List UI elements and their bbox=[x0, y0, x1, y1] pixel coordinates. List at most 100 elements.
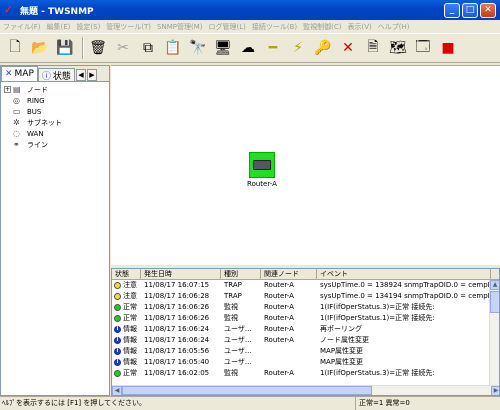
minimize-button[interactable]: _ bbox=[444, 2, 460, 18]
table-row[interactable]: 注意 11/08/17 16:07:15 TRAP Router-A sysUpTime… bbox=[112, 280, 499, 291]
cancel-icon[interactable]: ✕ bbox=[337, 37, 359, 59]
cell-status: i 情報 bbox=[112, 357, 141, 368]
tree-label: WAN bbox=[27, 129, 44, 138]
cell-event: MAP属性変更 bbox=[320, 347, 364, 355]
map-canvas[interactable]: Router-A bbox=[111, 65, 500, 265]
stop-icon[interactable]: ■ bbox=[437, 37, 459, 59]
tree-item-bus[interactable]: ▭ BUS bbox=[4, 106, 109, 117]
menu-file[interactable]: ファイル(F) bbox=[3, 22, 41, 32]
new-icon[interactable]: 🗋 bbox=[4, 37, 26, 59]
table-row[interactable]: 正常 11/08/17 16:02:05 監視 Router-A 1(IF(ifOper… bbox=[112, 368, 499, 379]
menu-help[interactable]: ヘルプ(H) bbox=[378, 22, 410, 32]
table-row[interactable]: i 情報 11/08/17 16:05:40 ユーザ... MAP属性変更 bbox=[112, 357, 499, 368]
table-row[interactable]: i 情報 11/08/17 16:06:24 ユーザ... Router-A 再ポーリング bbox=[112, 324, 499, 335]
cut-icon[interactable]: ✂ bbox=[112, 37, 134, 59]
copy-icon[interactable]: ⧉ bbox=[137, 37, 159, 59]
menu-view[interactable]: 表示(V) bbox=[348, 22, 372, 32]
table-row[interactable]: 正常 11/08/17 16:06:26 監視 Router-A 1(IF(ifOper… bbox=[112, 313, 499, 324]
cell-type: ユーザ... bbox=[224, 358, 252, 366]
menu-edit[interactable]: 編集(E) bbox=[47, 22, 71, 32]
key-icon[interactable]: 🔑 bbox=[312, 37, 334, 59]
header-time[interactable]: 発生日時 bbox=[141, 269, 221, 279]
tree-label: サブネット bbox=[27, 118, 62, 127]
tab-map[interactable]: ✕ MAP bbox=[1, 66, 38, 81]
line-icon: ⚭ bbox=[13, 140, 20, 149]
close-button[interactable]: ✕ bbox=[480, 2, 496, 18]
cell-status: 正常 bbox=[112, 313, 141, 324]
tree-item-line[interactable]: ⚭ ライン bbox=[4, 139, 109, 150]
cell-type: ユーザ... bbox=[224, 347, 252, 355]
tree-label: ライン bbox=[27, 140, 48, 149]
menu-monitor[interactable]: 監視制御(C) bbox=[303, 22, 341, 32]
wan-icon: ◌ bbox=[13, 129, 20, 138]
ok-icon bbox=[114, 304, 121, 311]
cell-time: 11/08/17 16:02:05 bbox=[144, 369, 210, 377]
cell-event: 1(IF(ifOperStatus.1)=正常 接続先: bbox=[320, 314, 435, 322]
cell-time: 11/08/17 16:06:26 bbox=[144, 314, 210, 322]
header-status[interactable]: 状態 bbox=[112, 269, 141, 279]
tree-label: ノード bbox=[27, 85, 48, 94]
hscroll-thumb[interactable] bbox=[122, 386, 372, 395]
table-row[interactable]: 正常 11/08/17 16:06:26 監視 Router-A 1(IF(ifOper… bbox=[112, 302, 499, 313]
cell-time: 11/08/17 16:06:28 bbox=[144, 292, 210, 300]
open-icon[interactable]: 📂 bbox=[29, 37, 51, 59]
map-icon[interactable]: 🗺 bbox=[387, 37, 409, 59]
add-node-icon[interactable]: 🖥 bbox=[212, 37, 234, 59]
vertical-scrollbar[interactable]: ▲ ▼ bbox=[489, 280, 499, 395]
cell-type: ユーザ... bbox=[224, 325, 252, 333]
cell-event: 1(IF(ifOperStatus.3)=正常 接続先: bbox=[320, 369, 435, 377]
menu-settings[interactable]: 設定(S) bbox=[76, 22, 100, 32]
tab-scroll-left[interactable]: ◀ bbox=[75, 69, 86, 81]
cell-time: 11/08/17 16:05:40 bbox=[144, 358, 210, 366]
menu-connect[interactable]: 接続ツール(B) bbox=[252, 22, 297, 32]
subnet-icon: ✲ bbox=[13, 118, 20, 127]
menu-log[interactable]: ログ管理(L) bbox=[209, 22, 246, 32]
tree-item-ring[interactable]: ◎ RING bbox=[4, 95, 109, 106]
tab-scroll-right[interactable]: ▶ bbox=[86, 69, 97, 81]
tree-item-wan[interactable]: ◌ WAN bbox=[4, 128, 109, 139]
expand-icon[interactable]: + bbox=[4, 86, 11, 93]
header-event[interactable]: イベント bbox=[317, 269, 491, 279]
scroll-up-icon[interactable]: ▲ bbox=[490, 280, 499, 290]
header-type[interactable]: 種別 bbox=[221, 269, 261, 279]
table-header: 状態 発生日時 種別 関連ノード イベント bbox=[112, 269, 499, 280]
find-icon[interactable]: 🔭 bbox=[187, 37, 209, 59]
router-icon[interactable] bbox=[249, 152, 275, 178]
menu-tools[interactable]: 管理ツール(T) bbox=[106, 22, 151, 32]
cell-status: i 情報 bbox=[112, 324, 141, 335]
log-icon[interactable]: 🗎 bbox=[362, 37, 384, 59]
add-network-icon[interactable]: ☁ bbox=[237, 37, 259, 59]
map-node-router[interactable]: Router-A bbox=[242, 152, 282, 188]
table-row[interactable]: 注意 11/08/17 16:06:28 TRAP Router-A sysUpTime… bbox=[112, 291, 499, 302]
event-log-table: 状態 発生日時 種別 関連ノード イベント 注意 11/08/17 16:07:1… bbox=[111, 268, 500, 396]
info-icon: i bbox=[114, 337, 121, 344]
scroll-right-icon[interactable]: ▶ bbox=[491, 386, 499, 395]
paste-icon[interactable]: 📋 bbox=[162, 37, 184, 59]
cell-status: i 情報 bbox=[112, 346, 141, 357]
prop-icon[interactable]: 🗔 bbox=[412, 37, 434, 59]
status-bar: ﾍﾙﾌﾟを表示するには [F1] を押してください。 正常=1 異常=0 bbox=[0, 396, 500, 410]
header-node[interactable]: 関連ノード bbox=[261, 269, 317, 279]
delete-icon[interactable]: 🗑 bbox=[87, 37, 109, 59]
connect-icon[interactable]: ⚡ bbox=[287, 37, 309, 59]
cell-type: 監視 bbox=[224, 369, 238, 377]
save-icon[interactable]: 💾 bbox=[54, 37, 76, 59]
menu-snmp[interactable]: SNMP管理(M) bbox=[157, 22, 202, 32]
cell-node: Router-A bbox=[264, 336, 294, 344]
table-row[interactable]: i 情報 11/08/17 16:06:24 ユーザ... Router-A ノード属性変… bbox=[112, 335, 499, 346]
node-icon: ▤ bbox=[13, 85, 21, 94]
scroll-left-icon[interactable]: ◀ bbox=[112, 386, 122, 395]
scroll-thumb[interactable] bbox=[490, 291, 499, 313]
add-line-icon[interactable]: ━ bbox=[262, 37, 284, 59]
cell-event: ノード属性変更 bbox=[320, 336, 369, 344]
tree-item-node[interactable]: + ▤ ノード bbox=[4, 84, 109, 95]
tab-status[interactable]: ⓘ 状態 bbox=[37, 68, 75, 82]
status-text: 情報 bbox=[123, 325, 137, 333]
tree-item-subnet[interactable]: ✲ サブネット bbox=[4, 117, 109, 128]
horizontal-scrollbar[interactable]: ◀ ▶ bbox=[112, 385, 499, 395]
cell-type: 監視 bbox=[224, 314, 238, 322]
table-row[interactable]: i 情報 11/08/17 16:05:56 ユーザ... MAP属性変更 bbox=[112, 346, 499, 357]
cell-node: Router-A bbox=[264, 325, 294, 333]
maximize-button[interactable]: □ bbox=[462, 2, 478, 18]
cell-time: 11/08/17 16:07:15 bbox=[144, 281, 210, 289]
